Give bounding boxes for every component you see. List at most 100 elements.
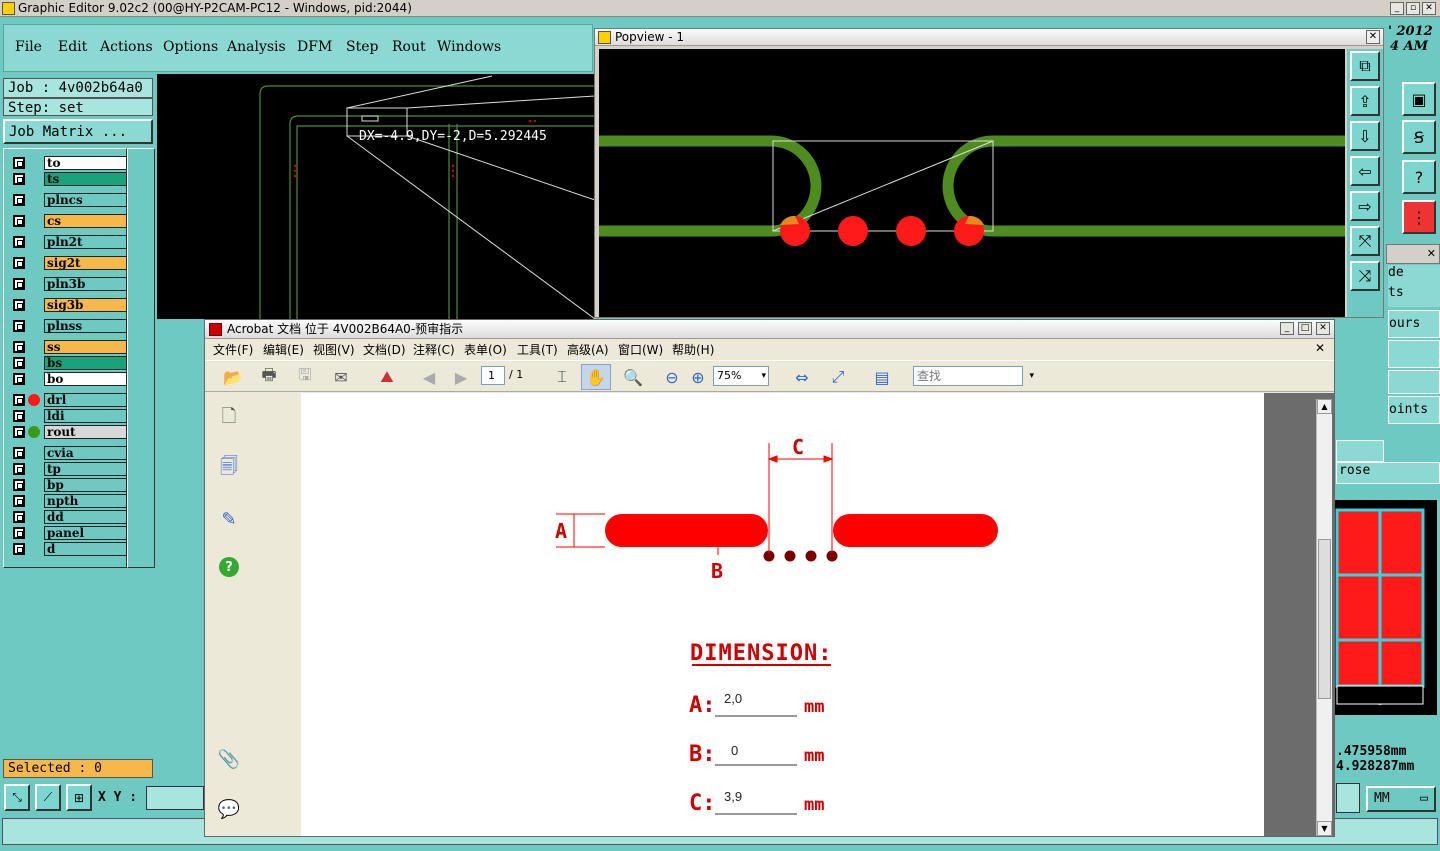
- side-item-ts[interactable]: ts: [1388, 285, 1440, 307]
- zoom-select[interactable]: 75% ▾: [713, 366, 769, 386]
- layer-item-plncs[interactable]: plncs: [44, 193, 127, 207]
- acro-menu-window[interactable]: 窗口(W): [618, 341, 663, 358]
- layer-checkbox[interactable]: [13, 426, 25, 438]
- save-icon[interactable]: 🖫: [291, 364, 319, 390]
- move-up-icon[interactable]: ⇪: [1350, 86, 1380, 116]
- layer-item-drl[interactable]: drl: [44, 393, 127, 407]
- menu-rout[interactable]: Rout: [392, 39, 426, 55]
- layer-item-cvia[interactable]: cvia: [44, 446, 127, 460]
- side-button-blank[interactable]: [1336, 440, 1384, 462]
- layer-item-ss[interactable]: ss: [44, 340, 127, 354]
- acro-menu-tools[interactable]: 工具(T): [517, 341, 558, 358]
- layer-checkbox[interactable]: [13, 543, 25, 555]
- acro-menu-document[interactable]: 文档(D): [363, 341, 406, 358]
- acrobat-minimize-button[interactable]: _: [1280, 322, 1294, 335]
- acro-doc-close-icon[interactable]: ✕: [1315, 341, 1325, 355]
- layer-checkbox[interactable]: [13, 447, 25, 459]
- layer-checkbox[interactable]: [13, 410, 25, 422]
- row-a-value[interactable]: 2,0: [724, 691, 742, 706]
- layer-item-bp[interactable]: bp: [44, 478, 127, 492]
- zoom-tool-icon[interactable]: 🔍: [619, 364, 647, 390]
- coord-input[interactable]: [1336, 783, 1360, 813]
- drill-tool-icon[interactable]: ⋮: [1402, 200, 1436, 234]
- layer-checkbox[interactable]: [13, 194, 25, 206]
- zoom-out-icon[interactable]: ⤨: [1350, 261, 1380, 291]
- layer-list-scrollbar[interactable]: [127, 148, 155, 568]
- create-pdf-icon[interactable]: ⛰: [373, 364, 401, 390]
- acrobat-close-button[interactable]: ✕: [1316, 322, 1330, 335]
- side-item-blank-2[interactable]: [1388, 370, 1440, 394]
- layer-item-panel[interactable]: panel: [44, 526, 127, 540]
- scroll-thumb[interactable]: [1318, 539, 1331, 699]
- acro-menu-file[interactable]: 文件(F): [213, 341, 253, 358]
- layer-checkbox[interactable]: [13, 495, 25, 507]
- menu-analysis[interactable]: Analysis: [227, 39, 286, 55]
- row-c-value[interactable]: 3,9: [724, 789, 742, 804]
- fit-width-icon[interactable]: ⇔: [789, 364, 815, 390]
- side-item-rose[interactable]: rose: [1336, 462, 1440, 484]
- help-icon[interactable]: ?: [1402, 160, 1436, 194]
- signatures-icon[interactable]: ✎: [217, 507, 241, 531]
- layer-item-bo[interactable]: bo: [44, 372, 127, 386]
- search-field[interactable]: 查找 ▾: [913, 366, 1034, 386]
- acro-menu-forms[interactable]: 表单(O): [464, 341, 507, 358]
- attachments-icon[interactable]: 📎: [217, 747, 241, 771]
- acro-menu-comments[interactable]: 注释(C): [413, 341, 455, 358]
- layer-checkbox[interactable]: [13, 463, 25, 475]
- layer-checkbox[interactable]: [13, 527, 25, 539]
- layer-item-ldi[interactable]: ldi: [44, 409, 127, 423]
- layer-item-sig3b[interactable]: sig3b: [44, 298, 127, 312]
- layer-checkbox[interactable]: [13, 511, 25, 523]
- acrobat-maximize-button[interactable]: □: [1298, 322, 1312, 335]
- menu-step[interactable]: Step: [346, 39, 378, 55]
- layer-checkbox[interactable]: [13, 357, 25, 369]
- next-page-icon[interactable]: ▶: [449, 364, 473, 390]
- pdf-scrollbar[interactable]: ▲ ▼: [1316, 399, 1332, 836]
- layer-item-bs[interactable]: bs: [44, 356, 127, 370]
- print-icon[interactable]: 🖶: [255, 364, 283, 390]
- mini-map[interactable]: [1335, 500, 1437, 715]
- acro-menu-edit[interactable]: 编辑(E): [263, 341, 304, 358]
- layer-checkbox[interactable]: [13, 157, 25, 169]
- menu-windows[interactable]: Windows: [437, 39, 501, 55]
- popview-close-button[interactable]: ✕: [1366, 30, 1380, 44]
- layer-item-npth[interactable]: npth: [44, 494, 127, 508]
- snap-icon[interactable]: Ꞩ: [1402, 120, 1436, 154]
- layer-item-to[interactable]: to: [44, 156, 127, 170]
- scroll-down-icon[interactable]: ▼: [1317, 821, 1332, 836]
- zoom-out-icon[interactable]: ⊖: [661, 364, 683, 390]
- zoom-in-icon[interactable]: ⊕: [687, 364, 709, 390]
- layer-checkbox[interactable]: [13, 257, 25, 269]
- maximize-button[interactable]: ▫: [1406, 2, 1420, 15]
- side-item-oints[interactable]: oints: [1388, 396, 1440, 424]
- prev-page-icon[interactable]: ◀: [417, 364, 441, 390]
- layer-checkbox[interactable]: [13, 215, 25, 227]
- fit-page-icon[interactable]: ⤢: [825, 364, 851, 390]
- layer-checkbox[interactable]: [13, 373, 25, 385]
- layer-checkbox[interactable]: [13, 479, 25, 491]
- menu-edit[interactable]: Edit: [58, 39, 87, 55]
- layer-item-pln2t[interactable]: pln2t: [44, 235, 127, 249]
- move-right-icon[interactable]: ⇨: [1350, 191, 1380, 221]
- menu-file[interactable]: File: [15, 39, 42, 55]
- layer-checkbox[interactable]: [13, 278, 25, 290]
- layers-toggle-icon[interactable]: ⧉: [1350, 51, 1380, 81]
- graphic-canvas[interactable]: DX=-4.9,DY=-2,D=5.292445: [157, 74, 596, 320]
- menu-options[interactable]: Options: [163, 39, 218, 55]
- page-number-input[interactable]: 1: [481, 366, 505, 385]
- pages-icon[interactable]: 🗋: [217, 406, 241, 431]
- popview-canvas[interactable]: [599, 49, 1345, 317]
- menu-actions[interactable]: Actions: [100, 39, 153, 55]
- acro-menu-help[interactable]: 帮助(H): [672, 341, 714, 358]
- comments-icon[interactable]: 💬: [217, 797, 241, 821]
- acro-menu-advanced[interactable]: 高级(A): [567, 341, 609, 358]
- layer-item-d[interactable]: d: [44, 542, 127, 556]
- help-icon[interactable]: ?: [219, 557, 239, 577]
- unit-select[interactable]: MM ▭: [1366, 786, 1436, 812]
- row-b-value[interactable]: 0: [731, 743, 738, 758]
- layer-checkbox[interactable]: [13, 341, 25, 353]
- layer-checkbox[interactable]: [13, 320, 25, 332]
- grid-icon[interactable]: ⊞: [66, 784, 92, 811]
- window-layout-icon[interactable]: ▣: [1402, 82, 1436, 116]
- move-down-icon[interactable]: ⇩: [1350, 121, 1380, 151]
